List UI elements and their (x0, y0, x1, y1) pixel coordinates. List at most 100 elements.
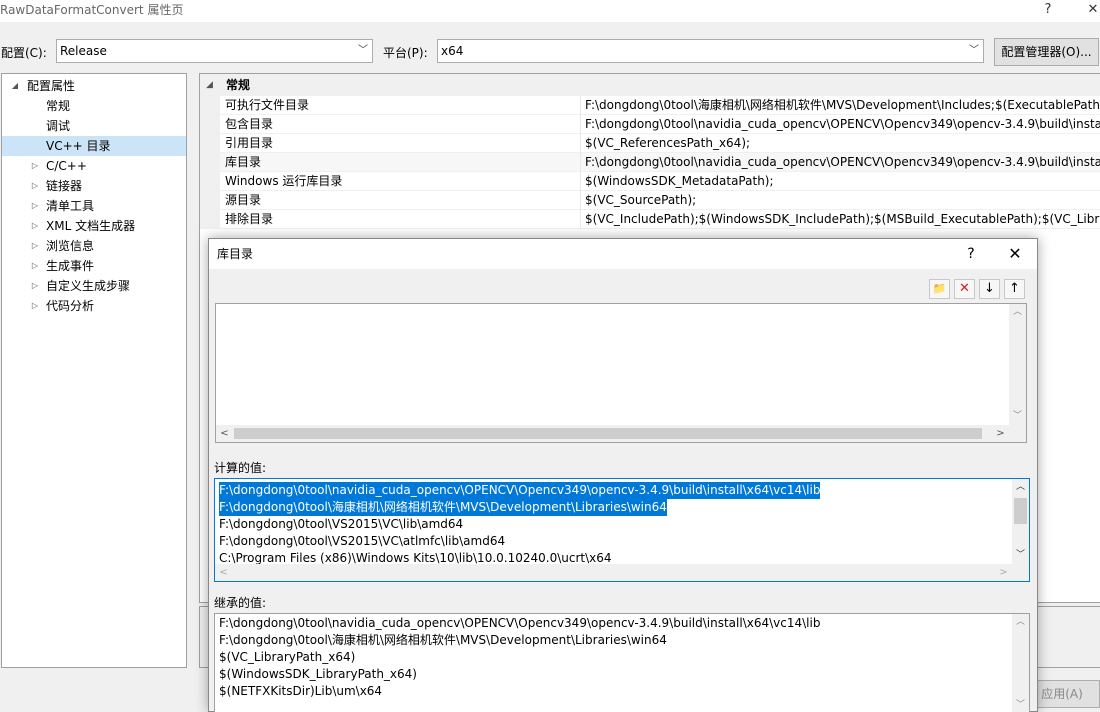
column-divider (580, 191, 581, 210)
directory-edit-list[interactable]: ︿ ﹀ < > (215, 303, 1027, 443)
scrollbar-thumb[interactable] (234, 428, 982, 439)
scroll-up-icon[interactable]: ︿ (1012, 479, 1029, 496)
list-item[interactable]: C:\Program Files (x86)\Windows Kits\10\l… (219, 550, 612, 564)
tree-item-config-properties[interactable]: ◢ 配置属性 (2, 76, 186, 96)
scrollbar-thumb[interactable] (1014, 498, 1027, 524)
close-icon[interactable]: ✕ (1005, 239, 1025, 269)
platform-value: x64 (441, 44, 464, 58)
tree-item-label: 浏览信息 (46, 239, 95, 253)
scroll-left-icon[interactable]: < (215, 564, 232, 581)
computed-values-label: 计算的值: (214, 461, 267, 475)
tree-item-manifest-tool[interactable]: ▷ 清单工具 (2, 196, 186, 216)
tree-item-linker[interactable]: ▷ 链接器 (2, 176, 186, 196)
list-item: $(NETFXKitsDir)Lib\um\x64 (219, 684, 383, 698)
scroll-up-icon[interactable]: ︿ (1009, 304, 1026, 321)
move-down-icon[interactable]: ↓ (979, 279, 1000, 299)
tree-item-cpp[interactable]: ▷ C/C++ (2, 156, 186, 176)
list-item[interactable]: F:\dongdong\0tool\海康相机\网络相机软件\MVS\Develo… (219, 499, 667, 516)
property-row[interactable]: Windows 运行库目录 $(WindowsSDK_MetadataPath)… (200, 172, 1100, 191)
row-gutter (200, 96, 220, 115)
list-item[interactable]: F:\dongdong\0tool\VS2015\VC\atlmfc\lib\a… (219, 533, 505, 550)
property-row[interactable]: 源目录 $(VC_SourcePath); (200, 191, 1100, 210)
expand-icon[interactable]: ▷ (30, 236, 40, 256)
tree-item-browse-info[interactable]: ▷ 浏览信息 (2, 236, 186, 256)
property-value: $(VC_SourcePath); (585, 193, 697, 207)
chevron-down-icon: ﹀ (969, 45, 979, 56)
new-line-icon[interactable]: 📁 (929, 279, 950, 299)
property-name: 可执行文件目录 (225, 98, 310, 112)
property-name: 排除目录 (225, 212, 274, 226)
horizontal-scrollbar[interactable]: < > (215, 564, 1029, 581)
property-row[interactable]: 包含目录 F:\dongdong\0tool\navidia_cuda_open… (200, 115, 1100, 134)
expand-icon[interactable]: ▷ (30, 176, 40, 196)
help-icon[interactable]: ? (961, 239, 981, 269)
tree-item-vc-directories[interactable]: VC++ 目录 (2, 136, 186, 156)
grid-category-general[interactable]: ◢ 常规 (200, 74, 1100, 96)
property-row[interactable]: 引用目录 $(VC_ReferencesPath_x64); (200, 134, 1100, 153)
list-item: F:\dongdong\0tool\navidia_cuda_opencv\OP… (219, 616, 821, 630)
scroll-down-icon[interactable]: ﹀ (1012, 547, 1029, 564)
expand-icon[interactable]: ▷ (30, 296, 40, 316)
property-name: 库目录 (225, 155, 262, 169)
row-gutter (200, 134, 220, 153)
expand-icon[interactable]: ▷ (30, 196, 40, 216)
scroll-right-icon[interactable]: > (992, 425, 1009, 442)
move-up-icon[interactable]: ↑ (1004, 279, 1025, 299)
computed-values-list[interactable]: F:\dongdong\0tool\navidia_cuda_opencv\OP… (214, 478, 1030, 582)
close-icon[interactable]: ✕ (1078, 0, 1100, 20)
tree-item-general[interactable]: 常规 (2, 96, 186, 116)
config-dropdown[interactable]: Release ﹀ (56, 39, 373, 63)
scroll-down-icon[interactable]: ﹀ (1009, 408, 1026, 425)
delete-line-icon[interactable]: ✕ (954, 279, 975, 299)
configuration-manager-button[interactable]: 配置管理器(O)... (994, 38, 1099, 66)
collapse-icon[interactable]: ◢ (206, 74, 213, 96)
tree-item-label: C/C++ (46, 159, 87, 173)
tree-item-label: 调试 (46, 119, 71, 133)
inherited-values-label: 继承的值: (214, 596, 267, 610)
scroll-right-icon[interactable]: > (995, 564, 1012, 581)
inherited-values-list[interactable]: F:\dongdong\0tool\navidia_cuda_opencv\OP… (214, 613, 1030, 712)
expand-icon[interactable]: ▷ (30, 276, 40, 296)
property-row[interactable]: 可执行文件目录 F:\dongdong\0tool\海康相机\网络相机软件\MV… (200, 96, 1100, 115)
property-name: 引用目录 (225, 136, 274, 150)
property-value: $(WindowsSDK_MetadataPath); (585, 174, 774, 188)
tree-item-label: 生成事件 (46, 259, 95, 273)
list-item[interactable]: F:\dongdong\0tool\VS2015\VC\lib\amd64 (219, 516, 463, 533)
tree-item-xml-doc-generator[interactable]: ▷ XML 文档生成器 (2, 216, 186, 236)
tree-item-debugging[interactable]: 调试 (2, 116, 186, 136)
expand-icon[interactable]: ▷ (30, 256, 40, 276)
column-divider (580, 134, 581, 153)
expand-icon[interactable]: ▷ (30, 216, 40, 236)
row-gutter (200, 153, 220, 172)
scroll-down-icon[interactable]: ﹀ (1012, 697, 1029, 712)
row-gutter (200, 172, 220, 191)
tree-item-custom-build-step[interactable]: ▷ 自定义生成步骤 (2, 276, 186, 296)
scroll-up-icon[interactable]: ︿ (1012, 614, 1029, 631)
scroll-left-icon[interactable]: < (216, 425, 233, 442)
property-row[interactable]: 排除目录 $(VC_IncludePath);$(WindowsSDK_Incl… (200, 210, 1100, 229)
tree-item-label: 自定义生成步骤 (46, 279, 131, 293)
column-divider (580, 153, 581, 172)
list-item: $(VC_LibraryPath_x64) (219, 650, 356, 664)
horizontal-scrollbar[interactable]: < > (216, 425, 1026, 442)
tree-item-code-analysis[interactable]: ▷ 代码分析 (2, 296, 186, 316)
collapse-icon[interactable]: ◢ (10, 76, 20, 96)
help-icon[interactable]: ? (1033, 0, 1063, 20)
tree-item-label: 代码分析 (46, 299, 95, 313)
vertical-scrollbar[interactable]: ︿ ﹀ (1009, 304, 1026, 425)
list-item[interactable]: F:\dongdong\0tool\navidia_cuda_opencv\OP… (219, 482, 821, 499)
tree-item-label: VC++ 目录 (46, 139, 111, 153)
chevron-down-icon: ﹀ (358, 45, 368, 56)
property-tree: ◢ 配置属性 常规 调试 VC++ 目录 ▷ C/C++ ▷ 链接器 ▷ 清单工… (1, 73, 187, 668)
property-row-selected[interactable]: 库目录 F:\dongdong\0tool\navidia_cuda_openc… (200, 153, 1100, 172)
property-name: Windows 运行库目录 (225, 174, 343, 188)
tree-item-build-events[interactable]: ▷ 生成事件 (2, 256, 186, 276)
list-item: $(WindowsSDK_LibraryPath_x64) (219, 667, 417, 681)
vertical-scrollbar[interactable]: ︿ ﹀ (1012, 614, 1029, 712)
platform-dropdown[interactable]: x64 ﹀ (437, 39, 984, 63)
property-value: $(VC_IncludePath);$(WindowsSDK_IncludePa… (585, 212, 1100, 226)
expand-icon[interactable]: ▷ (30, 156, 40, 176)
property-value: F:\dongdong\0tool\海康相机\网络相机软件\MVS\Develo… (585, 98, 1100, 112)
vertical-scrollbar[interactable]: ︿ ﹀ (1012, 479, 1029, 564)
column-divider (580, 210, 581, 229)
